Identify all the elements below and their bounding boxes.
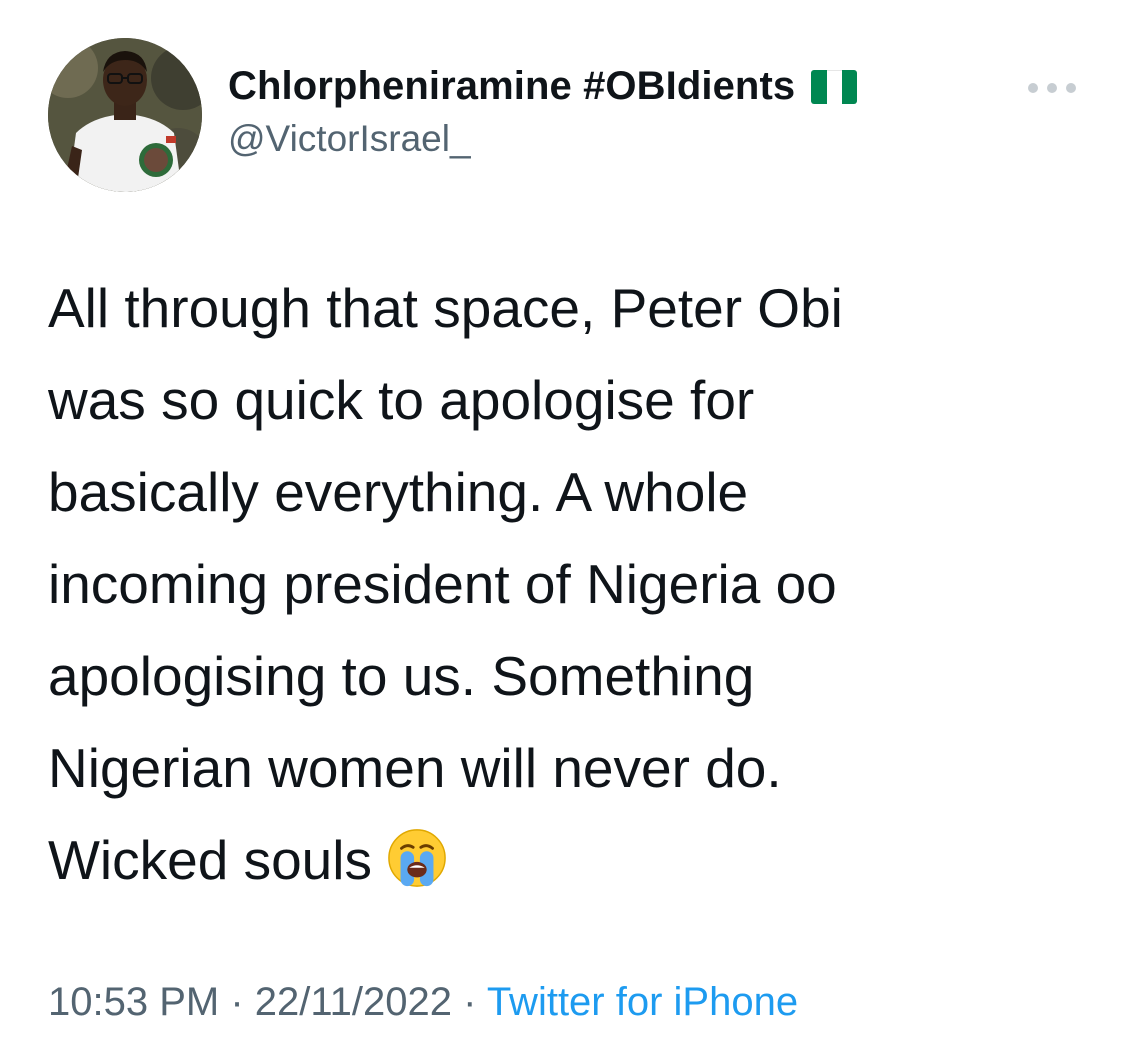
more-options-icon[interactable] [1028, 78, 1076, 98]
tweet-text-line: All through that space, Peter Obi [48, 277, 843, 339]
tweet-time: 10:53 PM [48, 980, 220, 1024]
tweet-card: Chlorpheniramine #OBIdients @VictorIsrae… [0, 0, 1125, 1062]
tweet-text: All through that space, Peter Obi was so… [48, 262, 1088, 916]
meta-separator: · [219, 980, 255, 1024]
tweet-source-link[interactable]: Twitter for iPhone [487, 980, 798, 1024]
meta-separator: · [452, 980, 487, 1024]
user-handle[interactable]: @VictorIsrael_ [228, 118, 471, 160]
display-name[interactable]: Chlorpheniramine #OBIdients [228, 64, 795, 109]
tweet-text-line: was so quick to apologise for [48, 369, 755, 431]
avatar-photo [48, 38, 202, 192]
tweet-text-line: basically everything. A whole [48, 461, 749, 523]
tweet-meta: 10:53 PM · 22/11/2022 · Twitter for iPho… [48, 980, 798, 1025]
tweet-text-line: Nigerian women will never do. [48, 737, 782, 799]
avatar[interactable] [48, 38, 202, 192]
tweet-text-line-last: Wicked souls [48, 814, 1088, 916]
loudly-crying-face-icon [386, 824, 448, 916]
tweet-text-final: Wicked souls [48, 829, 372, 891]
tweet-text-line: incoming president of Nigeria oo [48, 553, 837, 615]
tweet-text-line: apologising to us. Something [48, 645, 755, 707]
display-name-row: Chlorpheniramine #OBIdients [228, 64, 858, 109]
tweet-date: 22/11/2022 [254, 980, 452, 1024]
nigeria-flag-icon [811, 69, 858, 104]
